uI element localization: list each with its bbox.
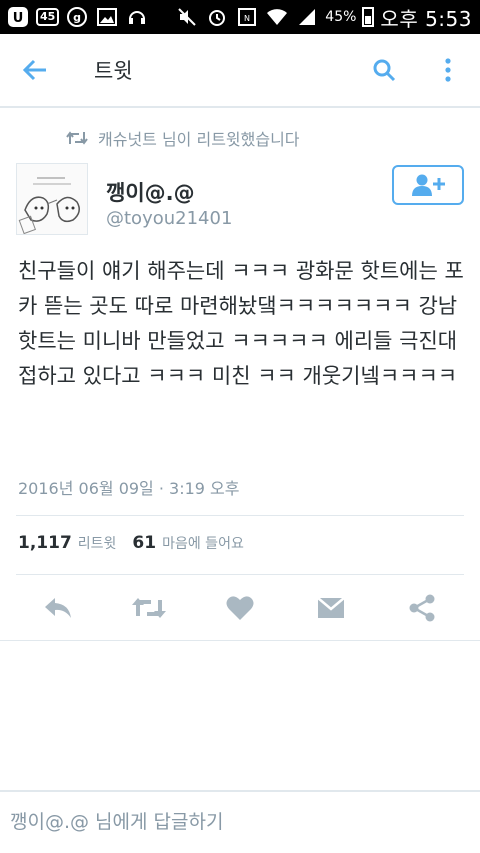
u-plus-icon: U xyxy=(6,6,30,28)
add-user-icon xyxy=(412,174,445,196)
battery-icon xyxy=(362,7,375,27)
follow-button[interactable] xyxy=(392,165,464,205)
app-bar: 트윗 xyxy=(0,34,480,108)
battery-percent: 45% xyxy=(325,9,357,25)
divider xyxy=(0,640,480,641)
reply-button[interactable] xyxy=(28,585,88,631)
gallery-icon xyxy=(95,6,119,28)
page-title: 트윗 xyxy=(94,59,133,83)
headphones-icon xyxy=(125,6,149,28)
back-button[interactable] xyxy=(0,33,70,107)
retweet-count[interactable]: 1,117 xyxy=(18,533,72,553)
alarm-icon xyxy=(205,6,229,28)
user-handle[interactable]: @toyou21401 xyxy=(106,208,232,229)
like-count[interactable]: 61 xyxy=(132,533,156,553)
reply-icon xyxy=(44,598,71,618)
tweet-text: 친구들이 얘기 해주는데 ㅋㅋㅋ 광화문 핫트에는 포카 뜯는 곳도 따로 마련… xyxy=(18,259,464,388)
reply-bar xyxy=(0,790,480,853)
overflow-menu-button[interactable] xyxy=(416,33,480,107)
retweet-count-label[interactable]: 리트윗 xyxy=(78,533,117,553)
share-button[interactable] xyxy=(392,585,452,631)
tweet-actions xyxy=(0,585,480,631)
signal-icon xyxy=(295,6,319,28)
back-arrow-icon xyxy=(22,59,46,81)
tweet-stats: 1,117 리트윗 61 마음에 들어요 xyxy=(18,533,260,553)
status-bar: U 45 g N 45% 오후 5:53 xyxy=(0,0,480,34)
heart-icon xyxy=(226,596,254,620)
tweet-timestamp: 2016년 06월 09일 · 3:19 오후 xyxy=(18,479,240,498)
share-icon xyxy=(409,594,435,622)
mute-icon xyxy=(175,6,199,28)
search-button[interactable] xyxy=(352,33,416,107)
svg-text:N: N xyxy=(244,14,250,23)
avatar[interactable] xyxy=(16,163,88,235)
retweet-context[interactable]: 캐슈넛트 님이 리트윗했습니다 xyxy=(66,126,300,150)
divider xyxy=(16,574,464,575)
more-vertical-icon xyxy=(445,58,451,82)
wifi-icon xyxy=(265,6,289,28)
retweet-small-icon xyxy=(66,131,88,145)
like-count-label[interactable]: 마음에 들어요 xyxy=(162,533,244,553)
divider xyxy=(16,515,464,516)
display-name[interactable]: 깽이@.@ xyxy=(106,177,195,207)
search-icon xyxy=(373,59,396,82)
retweet-icon xyxy=(131,598,166,618)
notification-count-badge: 45 xyxy=(36,8,60,26)
svg-text:g: g xyxy=(73,11,81,24)
status-time: 오후 5:53 xyxy=(380,6,472,31)
reply-input[interactable] xyxy=(10,802,470,842)
nfc-icon: N xyxy=(235,6,259,28)
svg-text:U: U xyxy=(13,11,24,26)
g-app-icon: g xyxy=(65,6,89,28)
tweet-header: 깽이@.@ @toyou21401 xyxy=(16,163,464,243)
like-button[interactable] xyxy=(210,585,270,631)
retweet-button[interactable] xyxy=(119,585,179,631)
direct-message-button[interactable] xyxy=(301,585,361,631)
retweet-context-label: 캐슈넛트 님이 리트윗했습니다 xyxy=(98,130,300,149)
mail-icon xyxy=(317,597,345,618)
